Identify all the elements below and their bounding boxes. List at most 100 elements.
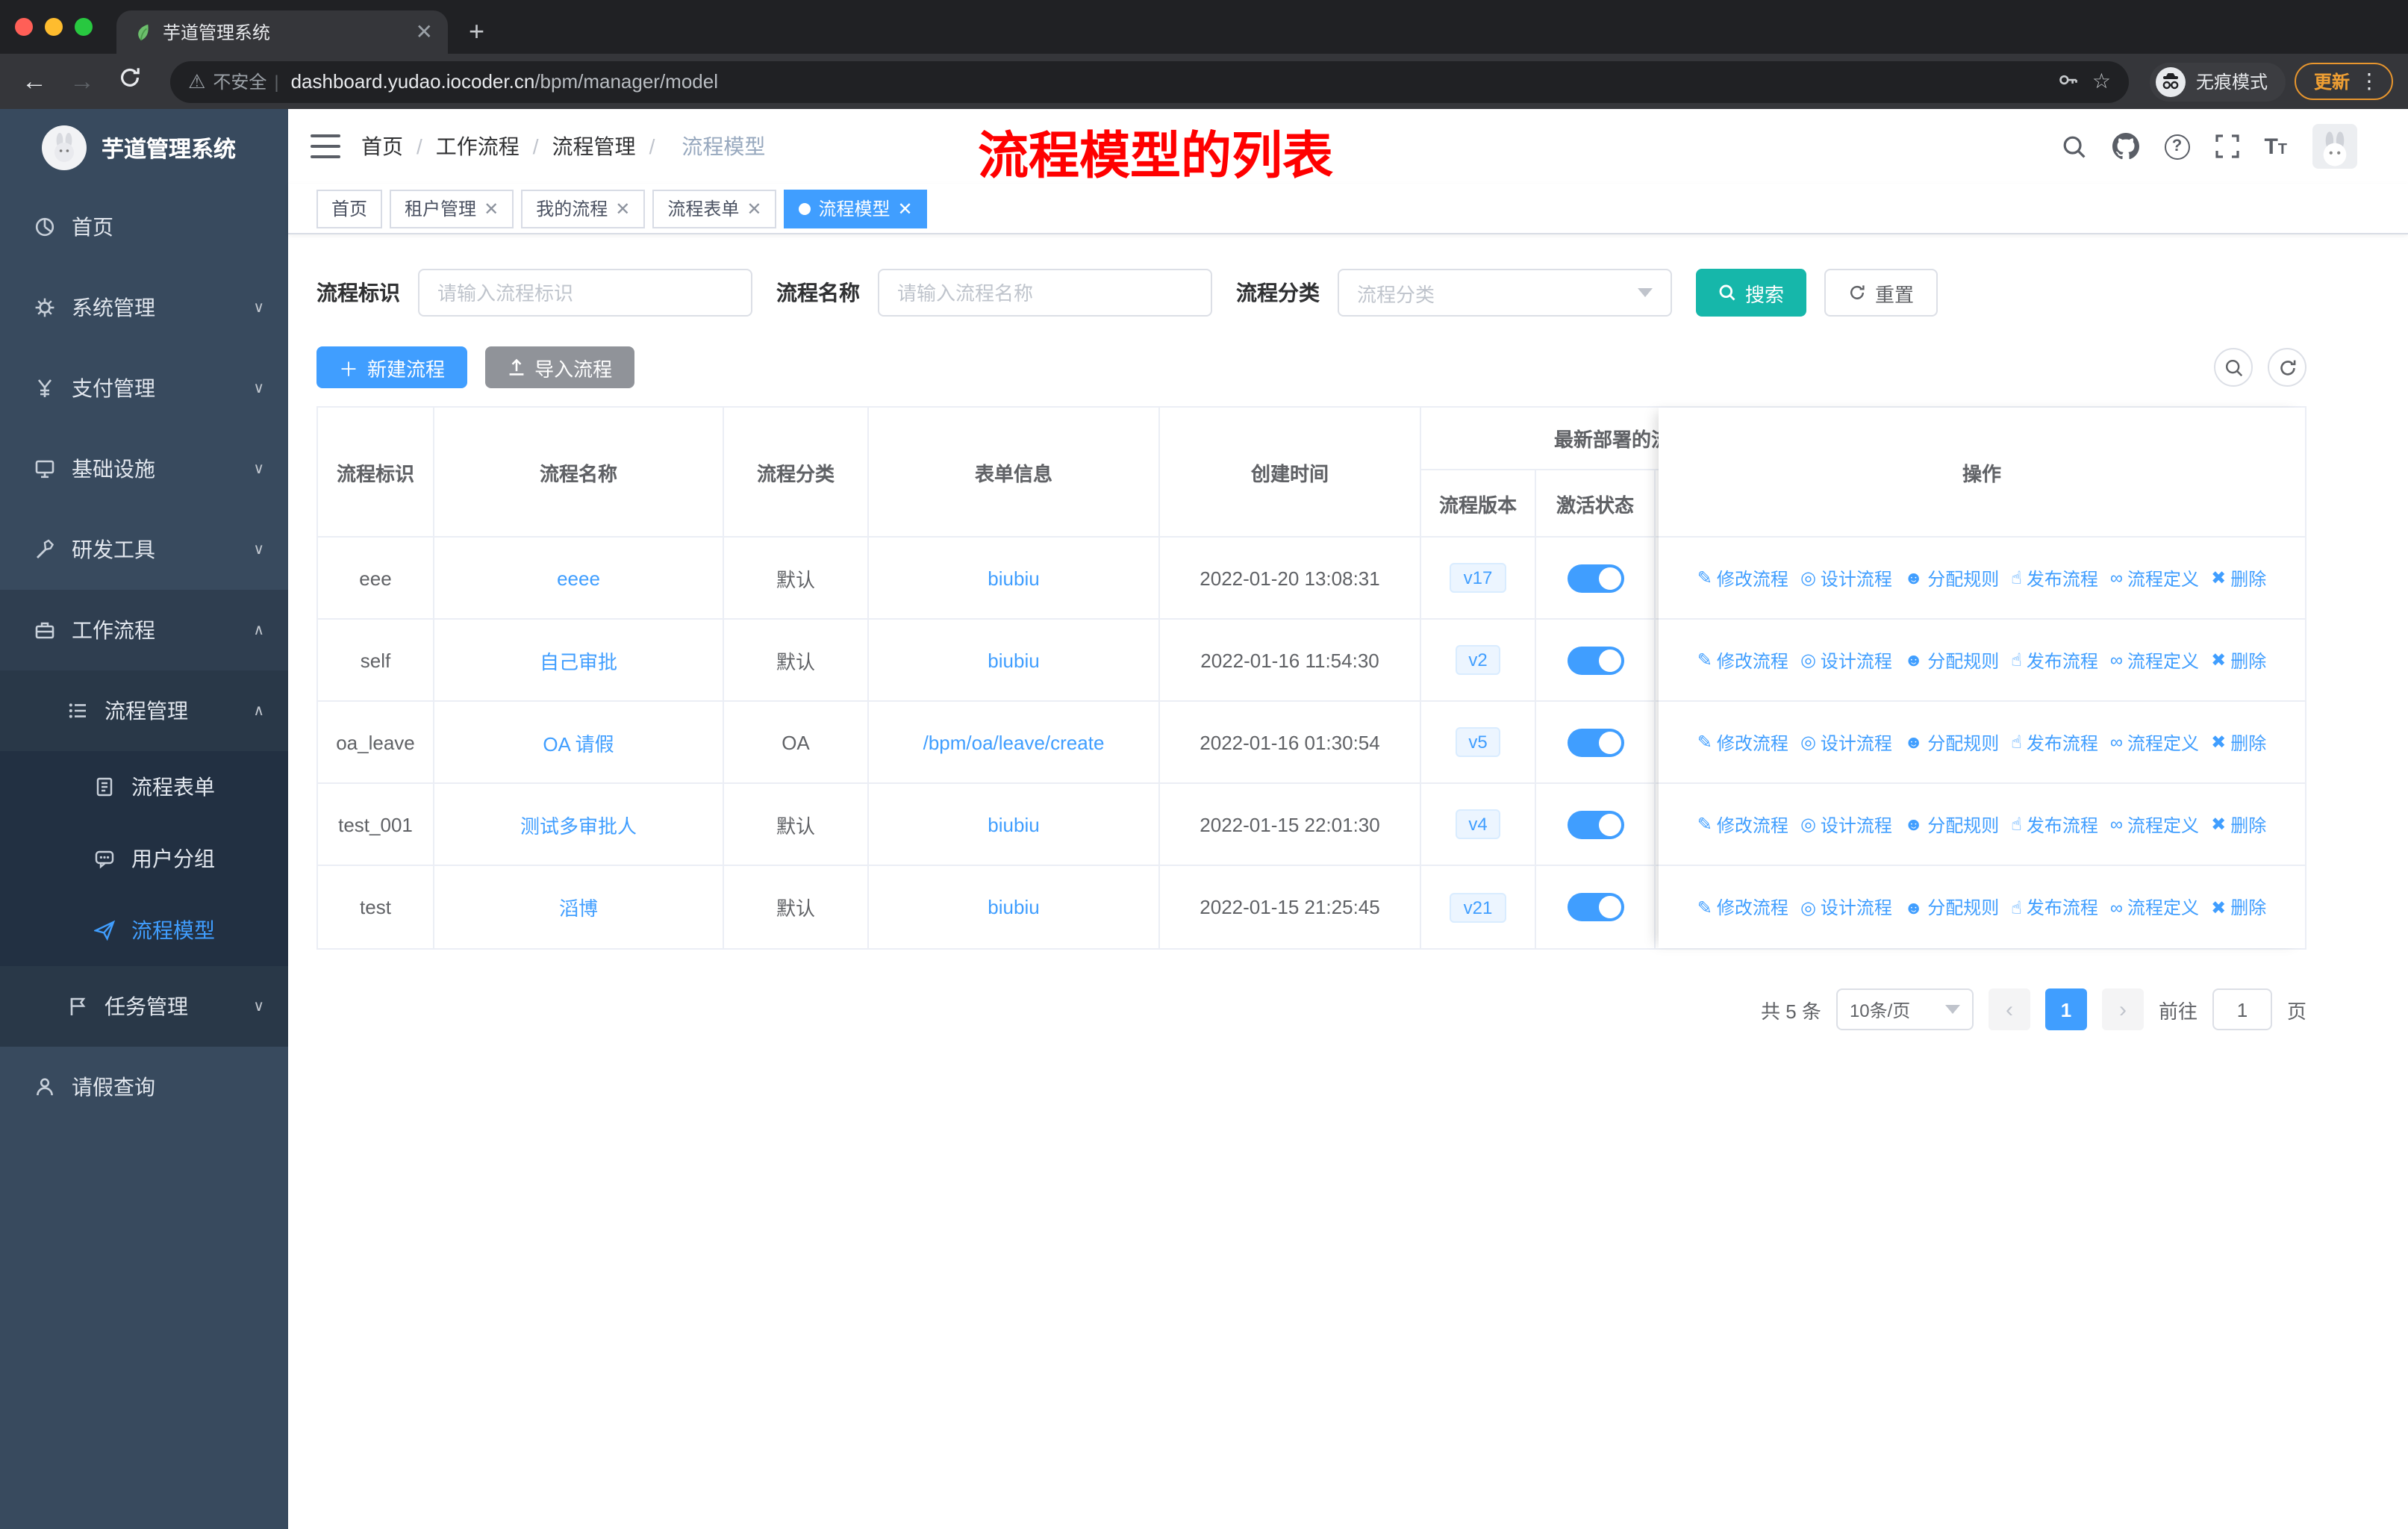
help-icon[interactable]: ? [2164,134,2190,159]
page-size-select[interactable]: 10条/页 [1835,988,1974,1030]
search-icon[interactable] [2061,134,2086,159]
sidebar-item-process-form[interactable]: 流程表单 [0,751,288,823]
import-process-button[interactable]: 导入流程 [485,346,635,388]
model-name-link[interactable]: 滔博 [559,893,598,921]
reset-button[interactable]: 重置 [1824,269,1938,317]
active-toggle[interactable] [1567,564,1623,592]
design-process-link[interactable]: ◎ 设计流程 [1800,894,1892,920]
font-size-icon[interactable]: TT [2264,134,2287,159]
browser-tab[interactable]: 芋道管理系统 ✕ [116,10,448,54]
assign-rule-link[interactable]: ☻ 分配规则 [1904,894,1999,920]
key-icon[interactable] [2058,68,2080,95]
sidebar-item-task-mgmt[interactable]: 任务管理 ∨ [0,966,288,1047]
process-definition-link[interactable]: ∞ 流程定义 [2110,894,2199,920]
zoom-window-button[interactable] [75,18,93,36]
design-process-link[interactable]: ◎ 设计流程 [1800,647,1892,673]
assign-rule-link[interactable]: ☻ 分配规则 [1904,647,1999,673]
assign-rule-link[interactable]: ☻ 分配规则 [1904,565,1999,591]
avatar[interactable] [2312,124,2357,169]
publish-process-link[interactable]: ☝ 发布流程 [2011,565,2098,591]
tag-tenant[interactable]: 租户管理 ✕ [390,189,514,228]
create-process-button[interactable]: ＋新建流程 [316,346,468,388]
fullscreen-icon[interactable] [2215,134,2239,158]
edit-process-link[interactable]: ✎ 修改流程 [1697,894,1788,920]
sidebar-item-user-group[interactable]: 用户分组 [0,823,288,894]
tag-process-form[interactable]: 流程表单 ✕ [652,189,777,228]
active-toggle[interactable] [1567,810,1623,838]
form-info-link[interactable]: biubiu [988,649,1039,671]
design-process-link[interactable]: ◎ 设计流程 [1800,565,1892,591]
delete-link[interactable]: ✖ 删除 [2211,894,2266,920]
back-button[interactable]: ← [15,66,54,96]
minimize-window-button[interactable] [45,18,63,36]
goto-page-input[interactable] [2212,988,2272,1030]
delete-link[interactable]: ✖ 删除 [2211,812,2266,837]
address-bar[interactable]: ⚠ 不安全 | dashboard.yudao.iocoder.cn/bpm/m… [170,60,2129,102]
publish-process-link[interactable]: ☝ 发布流程 [2011,729,2098,755]
search-toggle-button[interactable] [2214,348,2253,387]
github-icon[interactable] [2112,133,2139,160]
edit-process-link[interactable]: ✎ 修改流程 [1697,647,1788,673]
close-window-button[interactable] [15,18,33,36]
update-button[interactable]: 更新 ⋮ [2294,63,2393,100]
tag-process-model[interactable]: 流程模型 ✕ [784,189,928,228]
breadcrumb-home[interactable]: 首页 [361,131,403,161]
sidebar-item-process-model[interactable]: 流程模型 [0,894,288,966]
breadcrumb-workflow[interactable]: 工作流程 [436,131,520,161]
edit-process-link[interactable]: ✎ 修改流程 [1697,729,1788,755]
assign-rule-link[interactable]: ☻ 分配规则 [1904,812,1999,837]
page-number-1[interactable]: 1 [2044,988,2087,1030]
edit-process-link[interactable]: ✎ 修改流程 [1697,565,1788,591]
process-definition-link[interactable]: ∞ 流程定义 [2110,729,2199,755]
breadcrumb-process-mgmt[interactable]: 流程管理 [552,131,636,161]
sidebar-fold-icon[interactable] [311,134,340,158]
form-info-link[interactable]: biubiu [988,567,1039,589]
form-info-link[interactable]: /bpm/oa/leave/create [923,731,1105,753]
model-name-link[interactable]: eeee [557,567,600,589]
reload-button[interactable] [110,66,149,97]
process-name-input[interactable] [878,269,1212,317]
delete-link[interactable]: ✖ 删除 [2211,565,2266,591]
sidebar-item-payment[interactable]: 支付管理 ∨ [0,348,288,429]
process-definition-link[interactable]: ∞ 流程定义 [2110,812,2199,837]
edit-process-link[interactable]: ✎ 修改流程 [1697,812,1788,837]
sidebar-item-devtools[interactable]: 研发工具 ∨ [0,509,288,590]
refresh-button[interactable] [2268,348,2306,387]
close-icon[interactable]: ✕ [898,198,913,219]
tab-close-icon[interactable]: ✕ [416,19,433,45]
forward-button[interactable]: → [63,66,102,96]
sidebar-item-process-mgmt[interactable]: 流程管理 ∧ [0,670,288,751]
sidebar-item-system[interactable]: 系统管理 ∨ [0,267,288,348]
bookmark-star-icon[interactable]: ☆ [2092,69,2111,94]
model-name-link[interactable]: OA 请假 [543,728,614,756]
publish-process-link[interactable]: ☝ 发布流程 [2011,894,2098,920]
process-key-input[interactable] [418,269,752,317]
model-name-link[interactable]: 测试多审批人 [520,810,637,838]
sidebar-item-leave-query[interactable]: 请假查询 [0,1047,288,1127]
sidebar-item-workflow[interactable]: 工作流程 ∧ [0,590,288,670]
close-icon[interactable]: ✕ [615,198,630,219]
form-info-link[interactable]: biubiu [988,813,1039,835]
tag-my-process[interactable]: 我的流程 ✕ [521,189,646,228]
new-tab-button[interactable]: + [469,16,484,48]
next-page-button[interactable]: › [2101,988,2144,1030]
sidebar-item-home[interactable]: 首页 [0,187,288,267]
active-toggle[interactable] [1567,646,1623,674]
form-info-link[interactable]: biubiu [988,896,1039,918]
category-select[interactable]: 流程分类 [1338,269,1672,317]
prev-page-button[interactable]: ‹ [1988,988,2030,1030]
tag-home[interactable]: 首页 [316,189,383,228]
design-process-link[interactable]: ◎ 设计流程 [1800,812,1892,837]
design-process-link[interactable]: ◎ 设计流程 [1800,729,1892,755]
sidebar-item-infra[interactable]: 基础设施 ∨ [0,429,288,509]
delete-link[interactable]: ✖ 删除 [2211,729,2266,755]
model-name-link[interactable]: 自己审批 [540,646,617,674]
publish-process-link[interactable]: ☝ 发布流程 [2011,647,2098,673]
process-definition-link[interactable]: ∞ 流程定义 [2110,647,2199,673]
close-icon[interactable]: ✕ [484,198,499,219]
delete-link[interactable]: ✖ 删除 [2211,647,2266,673]
active-toggle[interactable] [1567,893,1623,921]
close-icon[interactable]: ✕ [746,198,761,219]
menu-dots-icon[interactable]: ⋮ [2359,69,2380,94]
search-button[interactable]: 搜索 [1696,269,1807,317]
